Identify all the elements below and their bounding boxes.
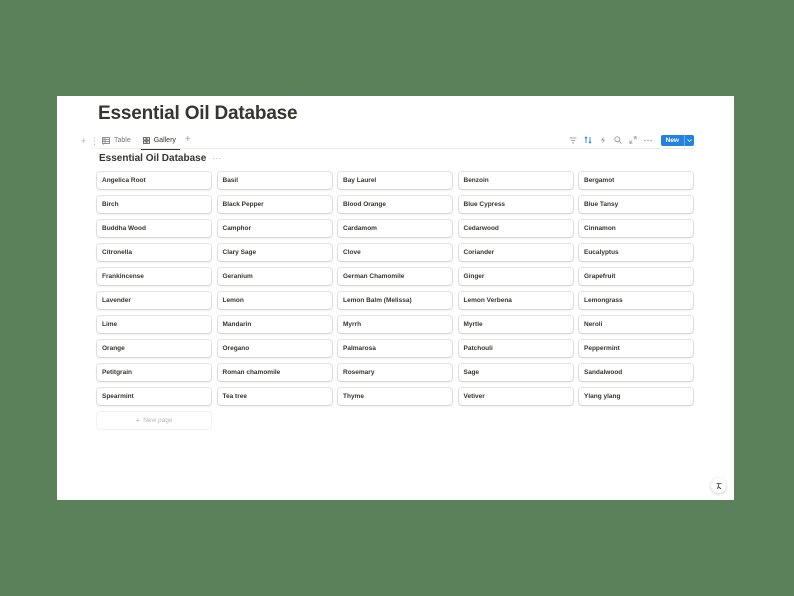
plus-icon: +: [135, 415, 141, 425]
filter-icon[interactable]: [569, 136, 578, 145]
gallery-card[interactable]: Sandalwood: [579, 364, 693, 381]
new-page-button[interactable]: + New page: [97, 412, 211, 429]
new-page-label: New page: [143, 417, 173, 424]
gallery-card[interactable]: Clary Sage: [217, 244, 332, 261]
gallery-card[interactable]: Spearmint: [97, 388, 211, 405]
gallery-card[interactable]: Patchouli: [458, 340, 573, 357]
gallery-card[interactable]: Peppermint: [579, 340, 693, 357]
gallery-card[interactable]: Sage: [458, 364, 573, 381]
gallery-card[interactable]: Geranium: [217, 268, 332, 285]
gallery-card[interactable]: Rosemary: [338, 364, 452, 381]
gallery-card[interactable]: Lemon Verbena: [458, 292, 573, 309]
gallery-card[interactable]: Basil: [217, 172, 332, 189]
sort-icon[interactable]: [584, 136, 593, 145]
help-button[interactable]: [711, 478, 726, 493]
gallery-card[interactable]: Bay Laurel: [338, 172, 452, 189]
gallery-card[interactable]: Lavender: [97, 292, 211, 309]
gallery-card[interactable]: Vetiver: [458, 388, 573, 405]
gallery-card[interactable]: Cinnamon: [579, 220, 693, 237]
table-icon: [102, 136, 110, 144]
more-icon[interactable]: [644, 136, 653, 145]
gallery-card[interactable]: Benzoin: [458, 172, 573, 189]
gallery-card[interactable]: Oregano: [217, 340, 332, 357]
gallery-card[interactable]: Blue Cypress: [458, 196, 573, 213]
gallery-card[interactable]: Bergamot: [579, 172, 693, 189]
gallery-card[interactable]: Orange: [97, 340, 211, 357]
gallery-card[interactable]: Ginger: [458, 268, 573, 285]
chevron-down-icon[interactable]: [684, 134, 694, 146]
gallery-card[interactable]: Mandarin: [217, 316, 332, 333]
gallery-card[interactable]: Birch: [97, 196, 211, 213]
help-icon: [715, 477, 723, 495]
view-toolbar: New: [569, 134, 694, 146]
gallery-card[interactable]: Myrrh: [338, 316, 452, 333]
automation-icon[interactable]: [599, 136, 608, 145]
gallery-card[interactable]: Palmarosa: [338, 340, 452, 357]
gallery-card[interactable]: Eucalyptus: [579, 244, 693, 261]
gallery-card[interactable]: Roman chamomile: [217, 364, 332, 381]
gallery-card[interactable]: Frankincense: [97, 268, 211, 285]
gallery-card[interactable]: Blood Orange: [338, 196, 452, 213]
gallery-card[interactable]: Black Pepper: [217, 196, 332, 213]
divider: [98, 148, 694, 149]
gallery-card[interactable]: Lemon Balm (Melissa): [338, 292, 452, 309]
gallery-card[interactable]: Lemongrass: [579, 292, 693, 309]
tab-table-label: Table: [114, 136, 131, 144]
page-title[interactable]: Essential Oil Database: [98, 103, 298, 125]
gallery-card[interactable]: Cardamom: [338, 220, 452, 237]
gallery-card[interactable]: Lemon: [217, 292, 332, 309]
gallery-card[interactable]: Myrtle: [458, 316, 573, 333]
add-view-icon[interactable]: +: [185, 135, 191, 145]
tab-gallery[interactable]: Gallery: [140, 133, 181, 150]
gallery-card[interactable]: Camphor: [217, 220, 332, 237]
gallery-card[interactable]: Tea tree: [217, 388, 332, 405]
new-button-label[interactable]: New: [661, 135, 684, 146]
gallery-card[interactable]: Blue Tansy: [579, 196, 693, 213]
expand-icon[interactable]: [629, 136, 638, 145]
view-tabs: Table Gallery +: [101, 132, 191, 150]
gallery-card[interactable]: Petitgrain: [97, 364, 211, 381]
database-title-text[interactable]: Essential Oil Database: [99, 153, 206, 164]
new-button: New: [660, 134, 694, 146]
add-block-icon[interactable]: +: [81, 136, 86, 146]
gallery-grid: Angelica Root Basil Bay Laurel Benzoin Berga…: [97, 172, 693, 429]
gallery-card[interactable]: German Chamomile: [338, 268, 452, 285]
database-title: Essential Oil Database ···: [99, 153, 222, 164]
gallery-card[interactable]: Lime: [97, 316, 211, 333]
gallery-card[interactable]: Cedarwood: [458, 220, 573, 237]
gallery-icon: [142, 136, 150, 144]
search-icon[interactable]: [614, 136, 623, 145]
gallery-card[interactable]: Grapefruit: [579, 268, 693, 285]
gallery-card[interactable]: Coriander: [458, 244, 573, 261]
tab-table[interactable]: Table: [101, 133, 132, 147]
gallery-card[interactable]: Clove: [338, 244, 452, 261]
gallery-card[interactable]: Ylang ylang: [579, 388, 693, 405]
gallery-card[interactable]: Thyme: [338, 388, 452, 405]
more-icon[interactable]: ···: [212, 154, 222, 163]
gallery-card[interactable]: Buddha Wood: [97, 220, 211, 237]
gallery-card[interactable]: Angelica Root: [97, 172, 211, 189]
notion-page: Essential Oil Database + ⋮⋮ Table Galler…: [57, 96, 734, 500]
gallery-card[interactable]: Citronella: [97, 244, 211, 261]
gallery-card[interactable]: Neroli: [579, 316, 693, 333]
tab-gallery-label: Gallery: [153, 136, 176, 144]
